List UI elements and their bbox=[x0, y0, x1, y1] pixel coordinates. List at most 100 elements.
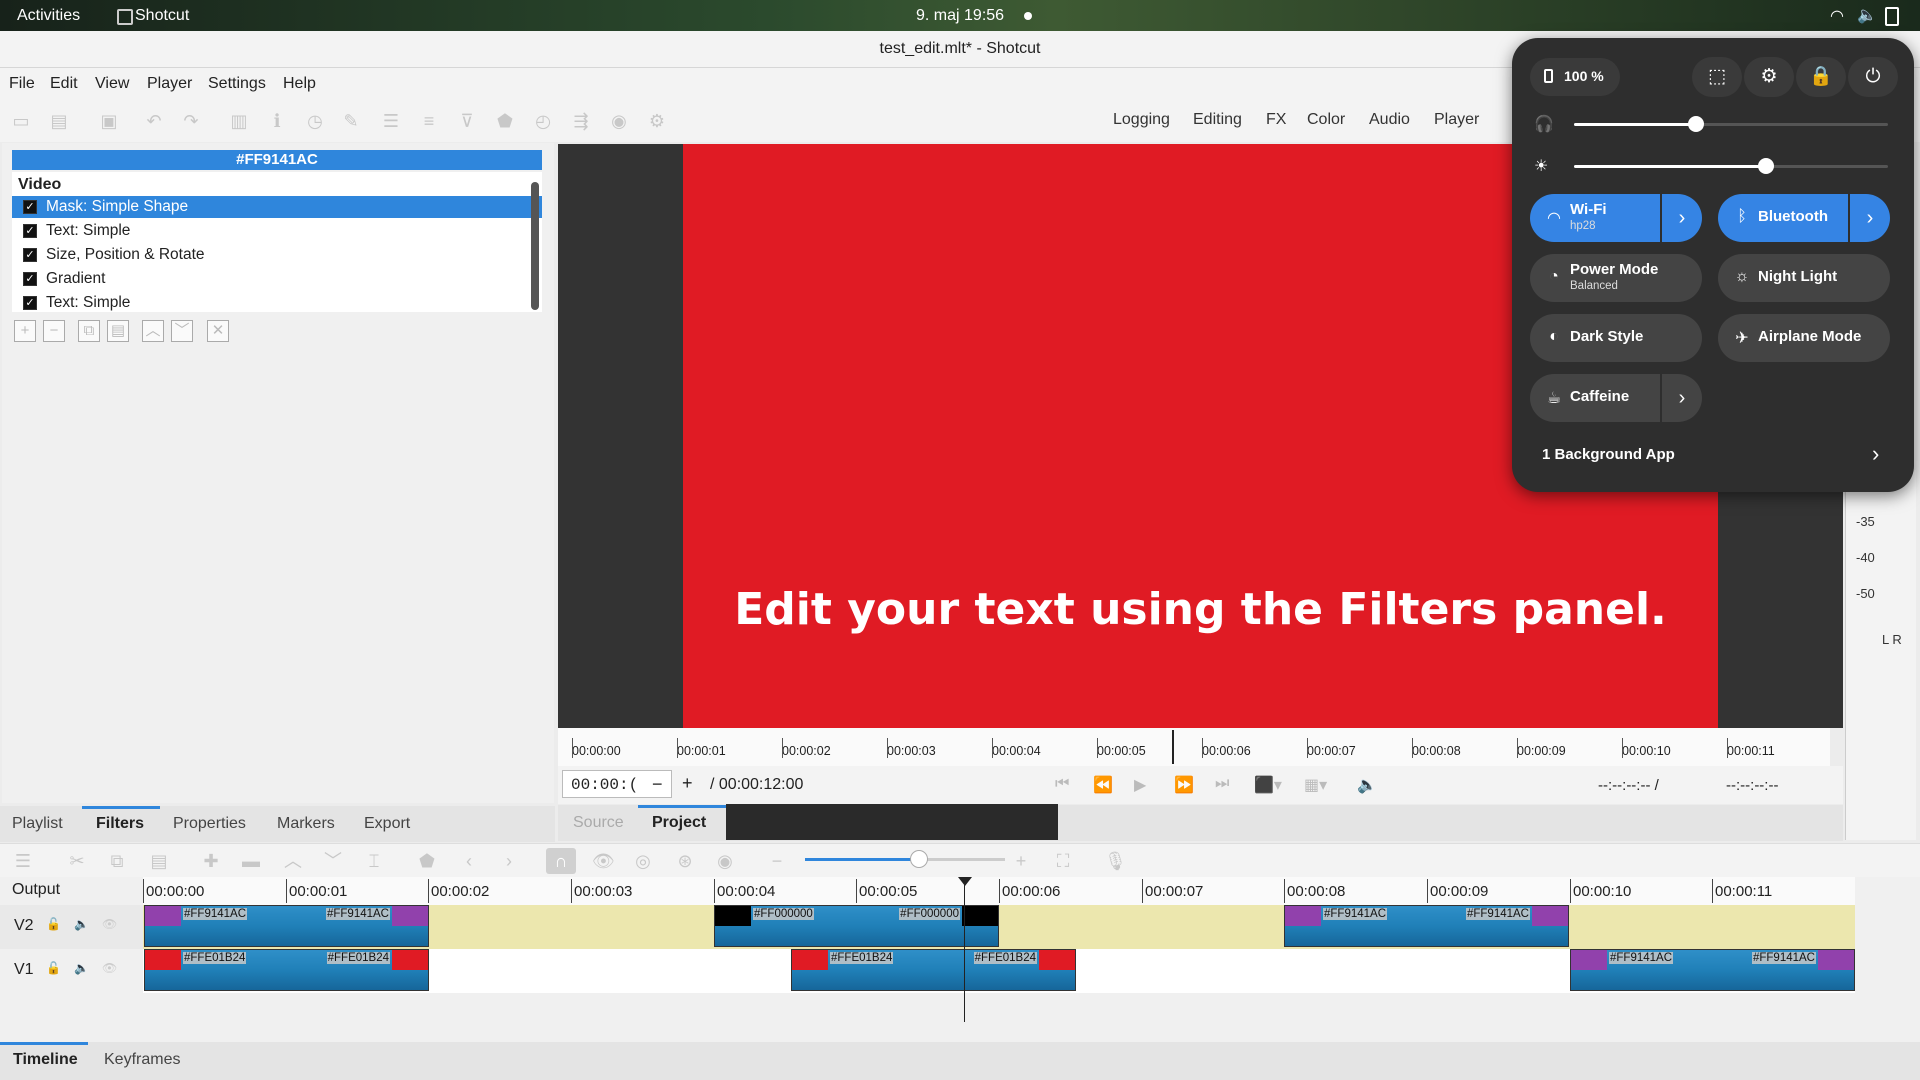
open-file-icon[interactable]: ▭ bbox=[10, 111, 32, 131]
app-menu[interactable]: Shotcut bbox=[135, 7, 189, 25]
timecode-plus-button[interactable]: + bbox=[682, 773, 693, 794]
ripple-markers-icon[interactable]: ◉ bbox=[714, 851, 736, 871]
timeline-clip[interactable]: #FFE01B24 #FFE01B24 bbox=[791, 949, 1076, 991]
filter-checkbox[interactable]: ✓ bbox=[23, 248, 37, 262]
export-icon[interactable]: ⇶ bbox=[570, 111, 592, 131]
tab-playlist[interactable]: Playlist bbox=[12, 815, 63, 833]
settings-gear-icon[interactable]: ⚙ bbox=[1744, 57, 1794, 97]
cut-icon[interactable]: ✂ bbox=[66, 851, 88, 871]
overwrite-icon[interactable]: ﹀ bbox=[322, 851, 344, 871]
fast-forward-icon[interactable]: ⏩ bbox=[1174, 775, 1194, 795]
lift-icon[interactable]: ︿ bbox=[282, 851, 304, 871]
timeline-clip[interactable]: #FF9141AC #FF9141AC bbox=[1284, 905, 1569, 947]
menu-player[interactable]: Player bbox=[147, 75, 192, 93]
brightness-slider-handle[interactable] bbox=[1758, 158, 1774, 174]
volume-slider-handle[interactable] bbox=[1688, 116, 1704, 132]
skip-previous-icon[interactable]: ⏮ bbox=[1055, 775, 1069, 793]
record-audio-icon[interactable]: 🎙 bbox=[1104, 851, 1127, 871]
zoom-out-icon[interactable]: − bbox=[766, 851, 788, 871]
peak-meter-icon[interactable]: ▥ bbox=[228, 111, 250, 131]
split-icon[interactable]: ⌶ bbox=[363, 851, 385, 871]
preview-scrub-ruler[interactable]: 00:00:00 00:00:01 00:00:02 00:00:03 00:0… bbox=[558, 728, 1830, 766]
wifi-toggle[interactable]: ◠ Wi-Fi hp28 › bbox=[1530, 194, 1702, 242]
dark-style-toggle[interactable]: ◐ Dark Style bbox=[1530, 314, 1702, 362]
night-light-toggle[interactable]: ☼ Night Light bbox=[1718, 254, 1890, 302]
timeline-menu-icon[interactable]: ☰ bbox=[12, 851, 34, 871]
layout-logging[interactable]: Logging bbox=[1113, 111, 1170, 129]
tab-keyframes[interactable]: Keyframes bbox=[104, 1051, 180, 1069]
save-icon[interactable]: ▣ bbox=[98, 111, 120, 131]
background-apps-row[interactable]: 1 Background App › bbox=[1530, 434, 1896, 474]
power-mode-toggle[interactable]: ◔ Power Mode Balanced bbox=[1530, 254, 1702, 302]
battery-status[interactable]: 100 % bbox=[1530, 58, 1620, 96]
filter-checkbox[interactable]: ✓ bbox=[23, 200, 37, 214]
mute-icon[interactable]: 🔈 bbox=[74, 917, 89, 931]
snap-icon[interactable]: ∩ bbox=[546, 848, 576, 874]
filter-item[interactable]: ✓ Size, Position & Rotate bbox=[12, 244, 542, 266]
layout-player[interactable]: Player bbox=[1434, 111, 1479, 129]
append-icon[interactable]: ✚ bbox=[200, 851, 222, 871]
filters-icon[interactable]: ⊽ bbox=[456, 111, 478, 131]
track-header-v1[interactable]: V1 🔓 🔈 👁 bbox=[0, 949, 143, 993]
marker-icon[interactable]: ⬟ bbox=[416, 851, 438, 871]
filter-checkbox[interactable]: ✓ bbox=[23, 272, 37, 286]
screenshot-icon[interactable]: ⬚ bbox=[1692, 57, 1742, 97]
ripple-all-icon[interactable]: ⊛ bbox=[674, 851, 696, 871]
filter-item[interactable]: ✓ Text: Simple bbox=[12, 220, 542, 242]
filter-item[interactable]: ✓ Gradient bbox=[12, 268, 542, 290]
menu-file[interactable]: File bbox=[9, 75, 35, 93]
previous-marker-icon[interactable]: ‹ bbox=[458, 851, 480, 871]
copy-filter-button[interactable]: ⧉ bbox=[78, 320, 100, 342]
rewind-icon[interactable]: ⏪ bbox=[1093, 775, 1113, 795]
tab-timeline[interactable]: Timeline bbox=[13, 1051, 78, 1069]
caffeine-toggle[interactable]: ☕ Caffeine › bbox=[1530, 374, 1702, 422]
zoom-in-icon[interactable]: + bbox=[1010, 851, 1032, 871]
open-other-icon[interactable]: ▤ bbox=[48, 111, 70, 131]
paste-filter-button[interactable]: ▤ bbox=[107, 320, 129, 342]
wifi-chevron-icon[interactable]: › bbox=[1660, 194, 1702, 242]
copy-icon[interactable]: ⧉ bbox=[106, 851, 128, 871]
track-header-v2[interactable]: V2 🔓 🔈 👁 bbox=[0, 905, 143, 949]
layout-editing[interactable]: Editing bbox=[1193, 111, 1242, 129]
tab-filters[interactable]: Filters bbox=[96, 815, 144, 833]
jobs-icon[interactable]: ◉ bbox=[608, 111, 630, 131]
hide-icon[interactable]: 👁 bbox=[102, 917, 117, 931]
hide-icon[interactable]: 👁 bbox=[102, 961, 117, 975]
paste-icon[interactable]: ▤ bbox=[148, 851, 170, 871]
timecode-minus-button[interactable]: − bbox=[652, 774, 663, 795]
tab-source[interactable]: Source bbox=[573, 814, 624, 832]
keyframes-icon[interactable]: ◴ bbox=[532, 111, 554, 131]
move-filter-up-button[interactable]: ︿ bbox=[142, 320, 164, 342]
tab-project[interactable]: Project bbox=[652, 814, 706, 832]
airplane-mode-toggle[interactable]: ✈ Airplane Mode bbox=[1718, 314, 1890, 362]
history-icon[interactable]: ◷ bbox=[304, 111, 326, 131]
timeline-playhead-handle[interactable] bbox=[958, 877, 972, 886]
grid-icon[interactable]: ▦▾ bbox=[1304, 775, 1327, 795]
properties-icon[interactable]: ℹ bbox=[266, 111, 288, 131]
settings-gear-icon[interactable]: ⚙ bbox=[646, 111, 668, 131]
layout-color[interactable]: Color bbox=[1307, 111, 1345, 129]
menu-edit[interactable]: Edit bbox=[50, 75, 78, 93]
preview-playhead[interactable] bbox=[1172, 730, 1174, 764]
wifi-icon[interactable]: ◠ bbox=[1830, 6, 1844, 26]
zoom-slider-track[interactable] bbox=[915, 858, 1005, 861]
zoom-fit-icon[interactable]: ⛶ bbox=[1052, 851, 1074, 871]
menu-settings[interactable]: Settings bbox=[208, 75, 266, 93]
timeline-clip[interactable]: #FF000000 #FF000000 bbox=[714, 905, 999, 947]
ripple-delete-icon[interactable]: ▬ bbox=[240, 851, 262, 871]
volume-toggle-icon[interactable]: ⬛▾ bbox=[1254, 775, 1282, 795]
playlist-icon[interactable]: ☰ bbox=[380, 111, 402, 131]
timeline-clip[interactable]: #FFE01B24 #FFE01B24 bbox=[144, 949, 429, 991]
layout-fx[interactable]: FX bbox=[1266, 111, 1286, 129]
markers-icon[interactable]: ⬟ bbox=[494, 111, 516, 131]
filter-checkbox[interactable]: ✓ bbox=[23, 296, 37, 310]
filter-checkbox[interactable]: ✓ bbox=[23, 224, 37, 238]
notes-icon[interactable]: ✎ bbox=[340, 111, 362, 131]
timeline-clip[interactable]: #FF9141AC #FF9141AC bbox=[1570, 949, 1855, 991]
ripple-icon[interactable]: ◎ bbox=[632, 851, 654, 871]
filter-item[interactable]: ✓ Text: Simple bbox=[12, 292, 542, 314]
deselect-filter-button[interactable]: ✕ bbox=[207, 320, 229, 342]
redo-icon[interactable]: ↷ bbox=[180, 111, 202, 131]
tab-properties[interactable]: Properties bbox=[173, 815, 246, 833]
lock-icon[interactable]: 🔓 bbox=[46, 917, 61, 931]
